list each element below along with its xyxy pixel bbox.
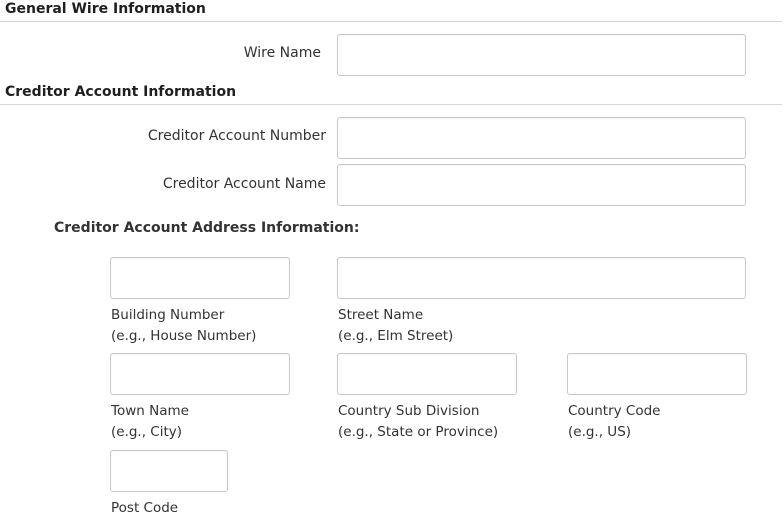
post-code-input[interactable] [110, 450, 228, 492]
creditor-account-name-input[interactable] [337, 164, 746, 206]
country-code-label: Country Code [568, 403, 661, 419]
wire-name-input[interactable] [337, 34, 746, 76]
street-name-hint: (e.g., Elm Street) [338, 328, 454, 344]
country-code-hint: (e.g., US) [568, 424, 632, 440]
country-sub-division-input[interactable] [337, 353, 517, 395]
section-divider [0, 104, 782, 105]
country-code-caption: Country Code (e.g., US) [568, 401, 660, 443]
street-name-label: Street Name [338, 307, 424, 323]
country-code-input[interactable] [567, 353, 747, 395]
creditor-account-number-label: Creditor Account Number [147, 128, 326, 144]
creditor-address-heading: Creditor Account Address Information: [54, 220, 360, 236]
street-name-caption: Street Name (e.g., Elm Street) [338, 305, 453, 347]
post-code-label: Post Code [111, 500, 179, 516]
building-number-label: Building Number [111, 307, 225, 323]
street-name-input[interactable] [337, 257, 746, 299]
town-name-label: Town Name [111, 403, 189, 419]
country-sub-division-caption: Country Sub Division (e.g., State or Pro… [338, 401, 498, 443]
country-sub-division-label: Country Sub Division [338, 403, 480, 419]
town-name-hint: (e.g., City) [111, 424, 183, 440]
building-number-caption: Building Number (e.g., House Number) [111, 305, 256, 347]
building-number-hint: (e.g., House Number) [111, 328, 257, 344]
wire-name-label: Wire Name [243, 45, 321, 61]
town-name-caption: Town Name (e.g., City) [111, 401, 189, 443]
post-code-caption: Post Code [111, 498, 178, 519]
general-wire-information-heading: General Wire Information [5, 1, 206, 17]
section-divider [0, 21, 782, 22]
creditor-account-information-heading: Creditor Account Information [5, 84, 237, 100]
creditor-account-name-label: Creditor Account Name [162, 176, 326, 192]
creditor-account-number-input[interactable] [337, 117, 746, 159]
building-number-input[interactable] [110, 257, 290, 299]
town-name-input[interactable] [110, 353, 290, 395]
country-sub-division-hint: (e.g., State or Province) [338, 424, 499, 440]
